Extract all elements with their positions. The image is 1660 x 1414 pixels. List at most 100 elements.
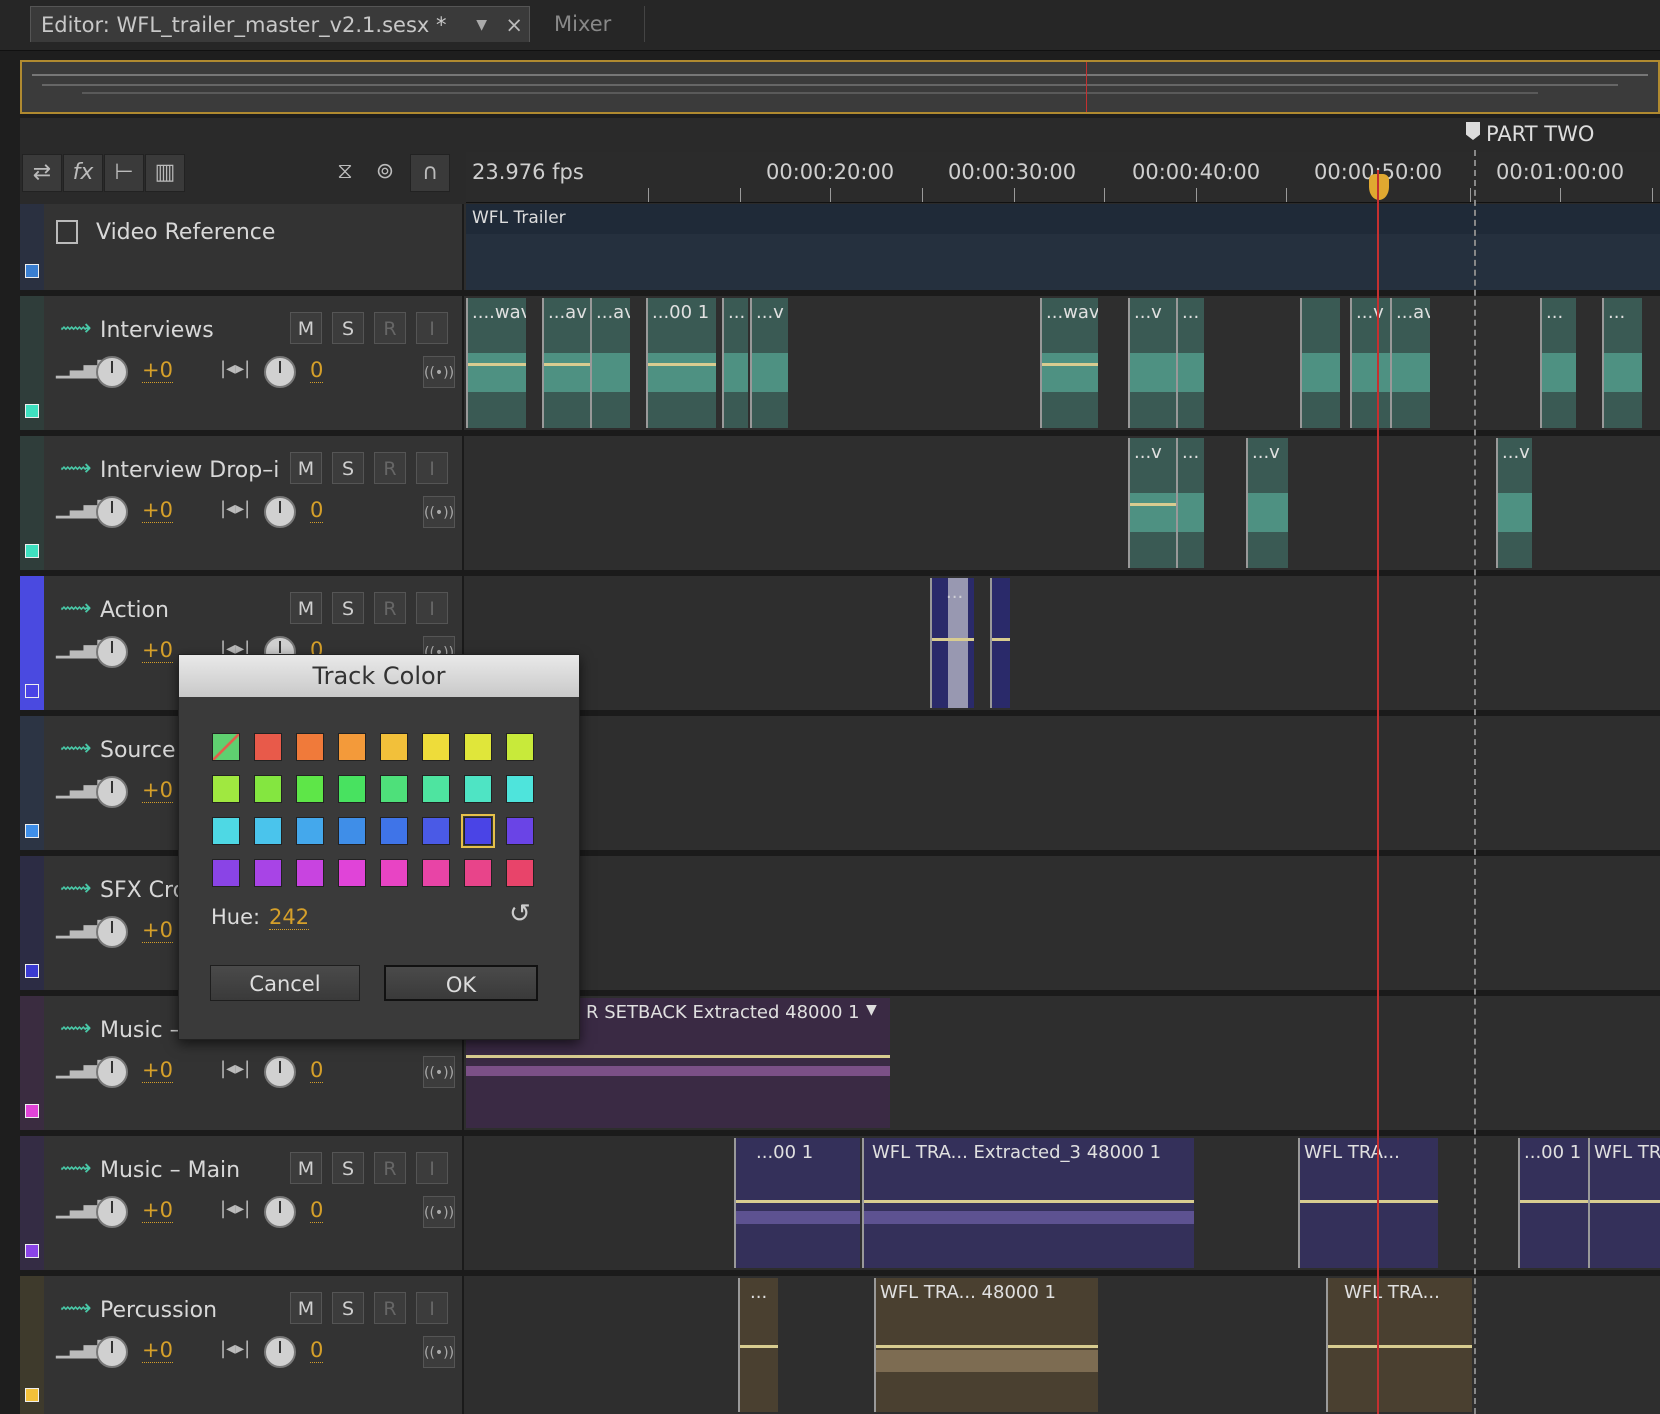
color-swatch[interactable] (338, 817, 366, 845)
volume-knob[interactable] (96, 1056, 128, 1088)
pan-value[interactable]: 0 (310, 1198, 324, 1223)
color-swatch[interactable] (212, 775, 240, 803)
swap-icon[interactable]: ⇄ (22, 154, 62, 192)
volume-knob[interactable] (96, 356, 128, 388)
track-name[interactable]: Interviews (100, 318, 214, 343)
color-swatch[interactable] (296, 859, 324, 887)
color-swatch[interactable] (422, 817, 450, 845)
track-name[interactable]: Music – (100, 1018, 181, 1043)
volume-value[interactable]: +0 (142, 918, 173, 943)
track-color-swatch[interactable] (25, 404, 39, 418)
color-swatch[interactable] (212, 859, 240, 887)
pan-knob[interactable] (264, 496, 296, 528)
audio-clip[interactable]: ...v (750, 298, 788, 428)
color-swatch[interactable] (338, 859, 366, 887)
pan-knob[interactable] (264, 1056, 296, 1088)
cancel-button[interactable]: Cancel (210, 965, 360, 1001)
audio-clip[interactable]: ...v (1128, 438, 1176, 568)
volume-knob[interactable] (96, 1336, 128, 1368)
track-lane[interactable] (466, 716, 1660, 850)
track-color-swatch[interactable] (25, 824, 39, 838)
mute-button[interactable]: M (290, 452, 322, 484)
solo-button[interactable]: S (332, 312, 364, 344)
audio-clip[interactable]: ...v (1246, 438, 1288, 568)
fx-icon[interactable]: fx (63, 154, 103, 192)
session-overview[interactable] (20, 60, 1660, 114)
input-monitor-button[interactable]: I (416, 312, 448, 344)
track-color-swatch[interactable] (25, 1244, 39, 1258)
color-swatch[interactable] (338, 733, 366, 761)
track-color-swatch[interactable] (25, 264, 39, 278)
volume-knob[interactable] (96, 776, 128, 808)
audio-clip[interactable]: ... (1176, 298, 1204, 428)
track-name[interactable]: SFX Cro (100, 878, 186, 903)
track-lane[interactable]: ....wav ...av ...av ...00 1 ... ...v ...… (466, 296, 1660, 430)
playhead-handle-icon[interactable] (1369, 174, 1389, 200)
send-icon[interactable]: ⊢ (104, 154, 144, 192)
input-monitor-button[interactable]: I (416, 1292, 448, 1324)
volume-value[interactable]: +0 (142, 638, 173, 663)
track-color-swatch[interactable] (25, 1388, 39, 1402)
volume-value[interactable]: +0 (142, 498, 173, 523)
record-arm-button[interactable]: R (374, 312, 406, 344)
color-swatch[interactable] (254, 859, 282, 887)
hue-value[interactable]: 242 (269, 905, 310, 930)
color-swatch[interactable] (296, 817, 324, 845)
audio-clip[interactable]: ....wav (466, 298, 526, 428)
tab-editor[interactable]: Editor: WFL_trailer_master_v2.1.sesx * ▼… (30, 6, 530, 42)
audio-clip[interactable]: ...wav (1040, 298, 1098, 428)
audio-clip[interactable]: ...av (590, 298, 630, 428)
color-swatch[interactable] (212, 817, 240, 845)
track-lane[interactable] (466, 856, 1660, 990)
audio-clip[interactable]: ...v (1350, 298, 1390, 428)
audio-clip[interactable]: ...v (1128, 298, 1176, 428)
output-icon[interactable]: ((•)) (423, 1056, 455, 1088)
color-swatch[interactable] (254, 733, 282, 761)
color-swatch[interactable] (422, 859, 450, 887)
audio-clip[interactable]: ...00 1 (646, 298, 716, 428)
color-swatch[interactable] (506, 775, 534, 803)
color-swatch[interactable] (296, 775, 324, 803)
color-swatch[interactable] (380, 817, 408, 845)
audio-clip[interactable]: ... (1540, 298, 1576, 428)
mute-button[interactable]: M (290, 312, 322, 344)
record-arm-button[interactable]: R (374, 1152, 406, 1184)
record-arm-button[interactable]: R (374, 592, 406, 624)
output-icon[interactable]: ((•)) (423, 1196, 455, 1228)
metronome-icon[interactable]: ⧖ (326, 154, 364, 190)
pan-value[interactable]: 0 (310, 498, 324, 523)
audio-clip[interactable]: WFL TRA... (1298, 1138, 1438, 1268)
audio-clip[interactable]: ... (1176, 438, 1204, 568)
playhead[interactable] (1377, 170, 1379, 1414)
track-lane[interactable]: ...v ... ...v ...v (466, 436, 1660, 570)
track-color-swatch[interactable] (25, 544, 39, 558)
output-icon[interactable]: ((•)) (423, 1336, 455, 1368)
close-icon[interactable]: × (505, 7, 523, 43)
color-swatch[interactable] (461, 814, 495, 848)
track-name[interactable]: Percussion (100, 1298, 217, 1323)
record-arm-button[interactable]: R (374, 1292, 406, 1324)
audio-clip[interactable]: ...00 1 (1518, 1138, 1588, 1268)
output-icon[interactable]: ((•)) (423, 496, 455, 528)
audio-clip[interactable]: ... (930, 578, 974, 708)
track-lane[interactable]: ... (466, 576, 1660, 710)
volume-value[interactable]: +0 (142, 1338, 173, 1363)
color-swatch[interactable] (422, 775, 450, 803)
clip-label[interactable]: WFL Trailer (472, 208, 566, 228)
color-swatch[interactable] (380, 733, 408, 761)
color-swatch[interactable] (380, 859, 408, 887)
volume-knob[interactable] (96, 916, 128, 948)
track-name[interactable]: Music – Main (100, 1158, 240, 1183)
ok-button[interactable]: OK (384, 965, 538, 1001)
record-icon[interactable]: ⊚ (366, 154, 404, 190)
track-lane[interactable]: ... WFL TRA... 48000 1 WFL TRA... (466, 1276, 1660, 1414)
color-swatch[interactable] (422, 733, 450, 761)
audio-clip[interactable]: ... (1602, 298, 1642, 428)
color-swatch[interactable] (506, 859, 534, 887)
color-swatch[interactable] (506, 817, 534, 845)
clip-menu-icon[interactable]: ▼ (866, 1002, 877, 1018)
audio-clip[interactable] (990, 578, 1010, 708)
record-arm-button[interactable]: R (374, 452, 406, 484)
color-swatch[interactable] (464, 775, 492, 803)
track-color-swatch[interactable] (25, 964, 39, 978)
